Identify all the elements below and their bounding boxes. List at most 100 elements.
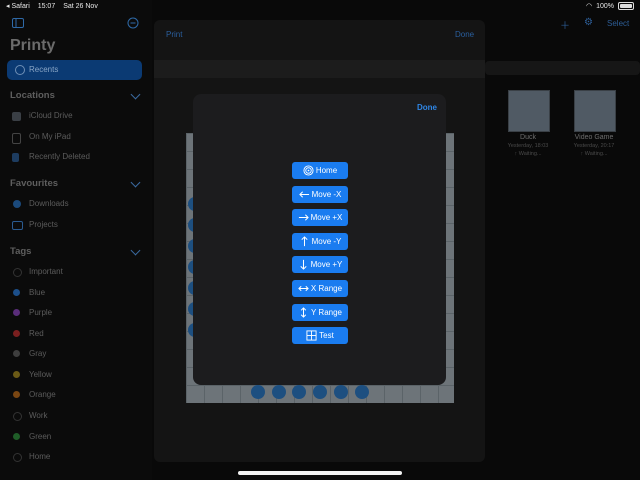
tag-dot-icon	[13, 453, 22, 462]
section-header-favourites[interactable]: Favourites	[10, 178, 58, 189]
plotter-control-modal: Done Home Move -X Move +X Move -Y Move +…	[193, 94, 446, 385]
sidebar-tag-item[interactable]: Yellow	[10, 367, 140, 383]
arrow-up-icon	[300, 236, 308, 247]
status-bar: ◂ Safari 15:07 Sat 26 Nov ◠ 100%	[0, 0, 640, 12]
status-date: Sat 26 Nov	[63, 3, 98, 10]
button-label: Move -Y	[311, 237, 342, 246]
test-button[interactable]: Test	[292, 327, 348, 344]
sidebar-tag-item[interactable]: Purple	[10, 305, 140, 321]
add-icon[interactable]: ＋	[560, 17, 570, 32]
file-status: ↑ Waiting...	[514, 151, 542, 157]
sidebar-item-icloud-drive[interactable]: iCloud Drive	[10, 108, 140, 124]
print-button[interactable]: Print	[166, 30, 182, 39]
download-icon	[13, 200, 21, 208]
button-label: Y Range	[311, 308, 342, 317]
arrow-left-icon	[298, 191, 309, 198]
file-date: Yesterday, 18:03	[507, 143, 549, 149]
move-minus-y-button[interactable]: Move -Y	[292, 233, 348, 250]
sidebar-item-label: Green	[29, 432, 52, 441]
file-thumbnail-duck[interactable]	[508, 90, 550, 132]
file-name: Duck	[520, 134, 536, 141]
section-header-tags[interactable]: Tags	[10, 246, 31, 257]
sidebar-item-label: Home	[29, 452, 51, 461]
sidebar-tag-item[interactable]: Green	[10, 429, 140, 445]
arrow-right-icon	[298, 214, 309, 221]
x-range-button[interactable]: X Range	[292, 280, 348, 297]
sidebar-tag-item[interactable]: Orange	[10, 387, 140, 403]
sidebar-item-on-my-ipad[interactable]: On My iPad	[10, 129, 140, 145]
file-date: Yesterday, 20:17	[573, 143, 615, 149]
arrow-up-down-icon	[300, 307, 307, 318]
tag-dot-icon	[13, 433, 20, 440]
sidebar-tag-item[interactable]: Work	[10, 408, 140, 424]
sidebar-item-recently-deleted[interactable]: Recently Deleted	[10, 149, 140, 165]
sidebar-item-projects[interactable]: Projects	[10, 217, 140, 233]
move-plus-y-button[interactable]: Move +Y	[292, 256, 348, 273]
sidebar-toggle-icon[interactable]	[12, 17, 24, 29]
more-options-icon[interactable]	[127, 17, 139, 29]
sidebar-item-recents[interactable]: Recents	[7, 60, 142, 80]
sidebar-tag-item[interactable]: Important	[10, 264, 140, 280]
sidebar-item-label: Yellow	[29, 370, 52, 379]
print-done-button[interactable]: Done	[455, 30, 474, 39]
file-name: Video Game	[574, 134, 614, 141]
button-label: X Range	[310, 284, 343, 293]
y-range-button[interactable]: Y Range	[292, 304, 348, 321]
sidebar-item-label: Downloads	[29, 199, 69, 208]
sidebar-item-label: Important	[29, 267, 63, 276]
back-to-app-link[interactable]: ◂ Safari	[6, 3, 30, 10]
trash-icon	[12, 153, 19, 162]
tag-dot-icon	[13, 330, 20, 337]
home-target-icon	[303, 165, 314, 176]
sidebar-item-label: Purple	[29, 308, 53, 317]
sidebar: Printy Recents Locations iCloud Drive On…	[0, 0, 152, 480]
tag-dot-icon	[13, 412, 22, 421]
button-label: Move -X	[311, 190, 342, 199]
file-thumbnail-video-game[interactable]	[574, 90, 616, 132]
chevron-down-icon[interactable]	[130, 89, 141, 100]
search-strip	[485, 61, 640, 75]
preview-dot	[355, 385, 369, 399]
sidebar-tag-item[interactable]: Gray	[10, 346, 140, 362]
select-button[interactable]: Select	[607, 19, 629, 28]
clock-icon	[15, 65, 25, 75]
preview-dot	[292, 385, 306, 399]
battery-icon	[618, 2, 634, 10]
sidebar-item-label: Orange	[29, 390, 56, 399]
home-indicator[interactable]	[238, 471, 402, 475]
move-plus-x-button[interactable]: Move +X	[292, 209, 348, 226]
sidebar-tag-item[interactable]: Blue	[10, 285, 140, 301]
wifi-icon: ◠	[585, 3, 593, 10]
preview-dot	[313, 385, 327, 399]
button-label: Move +X	[310, 213, 343, 222]
sidebar-item-label: Recents	[29, 65, 59, 74]
file-status: ↑ Waiting...	[580, 151, 608, 157]
arrow-left-right-icon	[298, 285, 309, 292]
cloud-icon	[12, 112, 21, 121]
preview-dot	[251, 385, 265, 399]
tag-dot-icon	[13, 289, 20, 296]
battery-percent: 100%	[596, 2, 614, 10]
sidebar-item-label: Red	[29, 329, 44, 338]
ipad-icon	[12, 133, 21, 144]
sidebar-item-label: On My iPad	[29, 132, 71, 141]
settings-icon[interactable]: ⚙	[584, 17, 593, 28]
chevron-down-icon[interactable]	[130, 177, 141, 188]
home-button[interactable]: Home	[292, 162, 348, 179]
move-minus-x-button[interactable]: Move -X	[292, 186, 348, 203]
tag-dot-icon	[13, 309, 20, 316]
sidebar-tag-item[interactable]: Home	[10, 449, 140, 465]
sidebar-item-downloads[interactable]: Downloads	[10, 196, 140, 212]
status-time: 15:07	[37, 3, 56, 10]
button-label: Move +Y	[310, 260, 343, 269]
section-header-locations[interactable]: Locations	[10, 90, 55, 101]
folder-icon	[12, 221, 23, 230]
preview-toolbar	[154, 60, 485, 78]
sidebar-item-label: iCloud Drive	[29, 111, 73, 120]
sidebar-tag-item[interactable]: Red	[10, 326, 140, 342]
preview-dot	[272, 385, 286, 399]
sidebar-item-label: Gray	[29, 349, 47, 358]
chevron-down-icon[interactable]	[130, 245, 141, 256]
modal-done-button[interactable]: Done	[417, 103, 437, 112]
app-title: Printy	[10, 37, 56, 54]
